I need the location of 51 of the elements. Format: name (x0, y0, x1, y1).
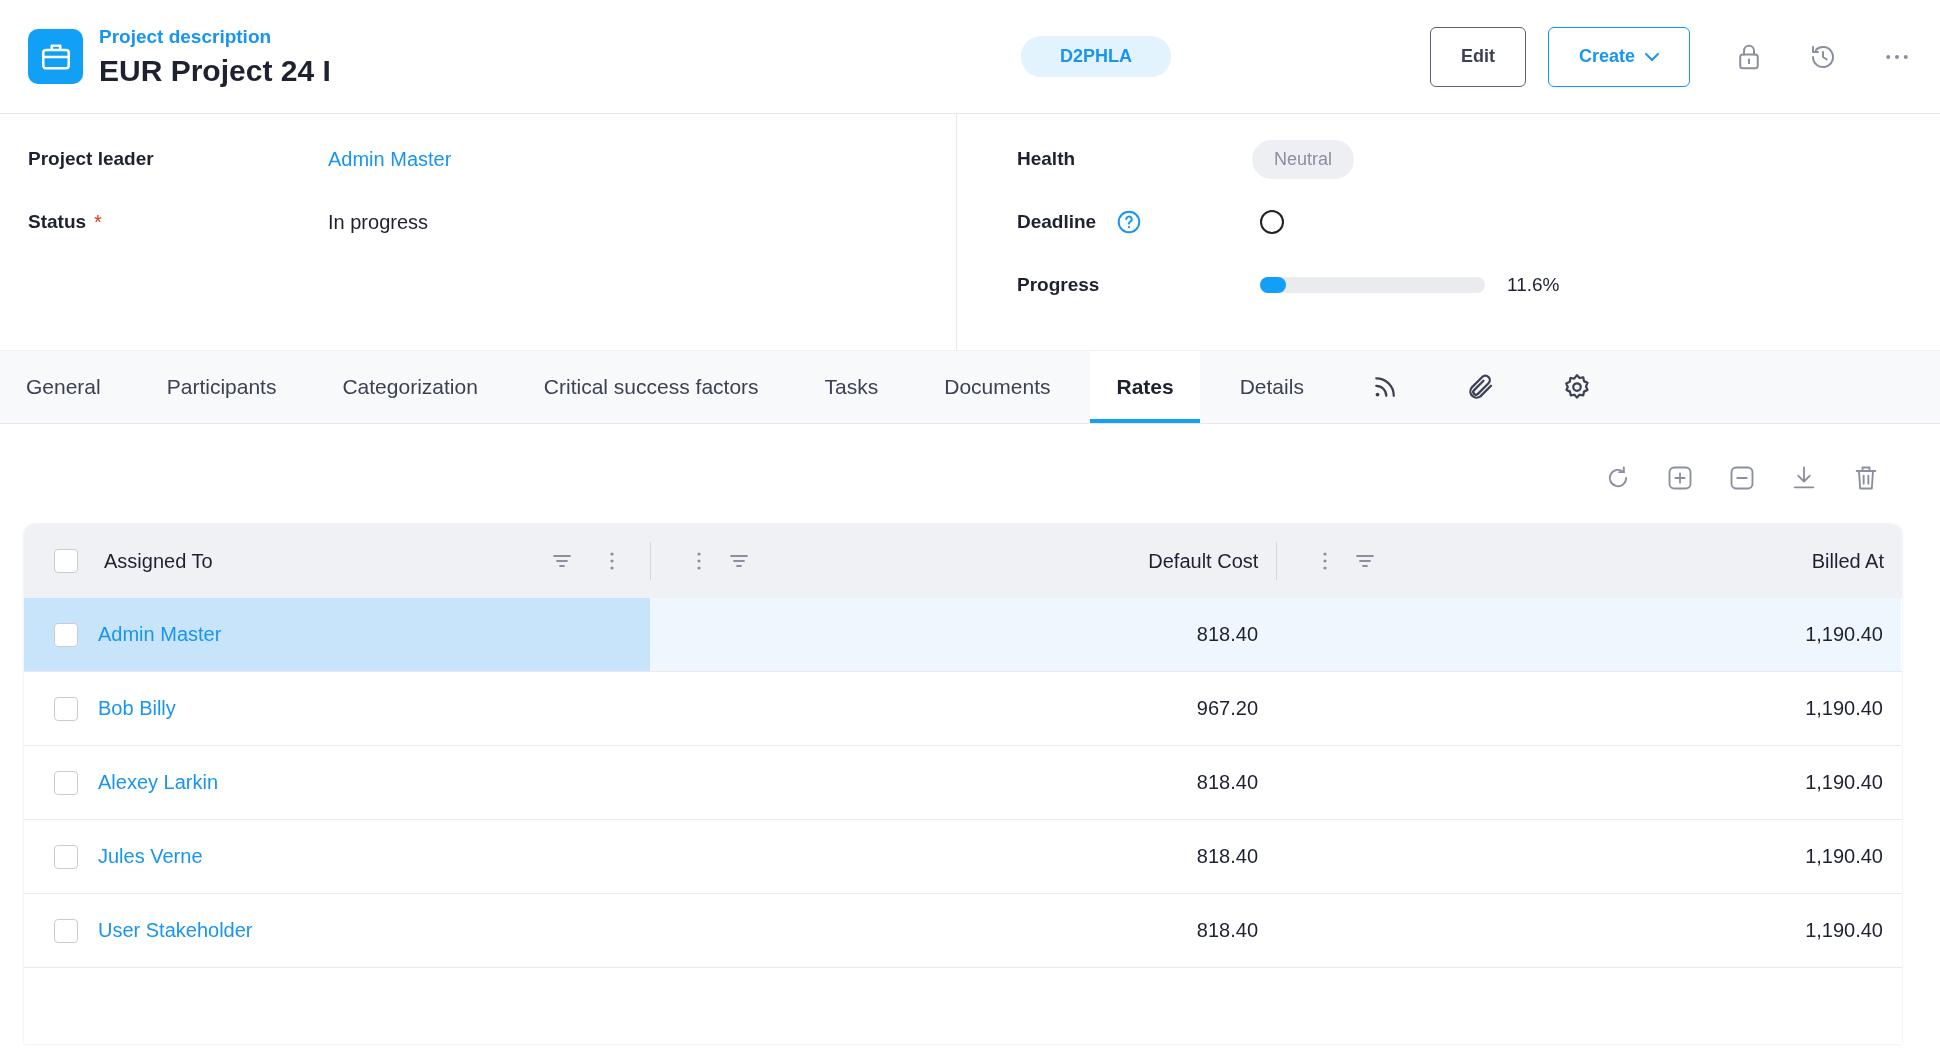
table-row[interactable]: Admin Master 818.40 1,190.40 (24, 598, 1902, 672)
column-header: Billed At (1811, 549, 1884, 573)
table-cell: 1,190.40 (1805, 919, 1883, 942)
field-label: Status (28, 211, 87, 233)
table-row[interactable]: User Stakeholder 818.40 1,190.40 (24, 894, 1902, 968)
field-value: In progress (328, 210, 429, 234)
edit-button[interactable]: Edit (1429, 26, 1526, 87)
tab[interactable]: Documents (918, 351, 1077, 423)
add-icon[interactable] (1666, 464, 1694, 492)
table-cell: 1,190.40 (1805, 697, 1883, 720)
field-label: Progress (1017, 274, 1100, 296)
row-checkbox[interactable] (54, 696, 78, 721)
tab[interactable]: Rates (1090, 351, 1200, 423)
tab[interactable]: Participants (140, 351, 303, 423)
progress-reading: 11.6% (1507, 274, 1560, 296)
briefcase-icon (28, 29, 83, 84)
row-checkbox[interactable] (54, 622, 78, 647)
column-header: Assigned To (104, 549, 214, 573)
project-code-badge: D2PHLA (1021, 36, 1171, 77)
required-mark: * (94, 210, 102, 234)
table-cell: 818.40 (1196, 771, 1258, 794)
table-cell: 818.40 (1196, 919, 1258, 942)
help-icon[interactable] (1116, 209, 1143, 235)
project-title: EUR Project 24 I (99, 53, 332, 88)
table-cell: 967.20 (1196, 697, 1258, 720)
table-cell: 818.40 (1196, 623, 1258, 646)
field-label: Health (1017, 148, 1076, 170)
tab[interactable]: Categorization (316, 351, 504, 423)
row-checkbox[interactable] (54, 770, 78, 795)
field-label: Project leader (28, 148, 154, 170)
table-row[interactable]: Jules Verne 818.40 1,190.40 (24, 820, 1902, 894)
column-header: Default Cost (1148, 549, 1259, 573)
table-cell: 818.40 (1196, 845, 1258, 868)
tab[interactable]: General (0, 351, 127, 423)
table-row[interactable]: Alexey Larkin 818.40 1,190.40 (24, 746, 1902, 820)
health-status-pill: Neutral (1252, 139, 1355, 179)
row-checkbox[interactable] (54, 918, 78, 943)
chevron-down-icon (1645, 52, 1659, 61)
tab[interactable]: Details (1213, 351, 1330, 423)
table-cell: 1,190.40 (1805, 771, 1883, 794)
page-subtitle: Project description (99, 25, 273, 48)
remove-icon[interactable] (1728, 464, 1756, 492)
deadline-radio[interactable] (1260, 210, 1284, 234)
tab[interactable]: Critical success factors (517, 351, 785, 423)
table-row[interactable]: Bob Billy 967.20 1,190.40 (24, 672, 1902, 746)
select-all-checkbox[interactable] (54, 549, 78, 573)
row-checkbox[interactable] (54, 844, 78, 869)
table-cell: 1,190.40 (1805, 623, 1883, 646)
table-cell: 1,190.40 (1805, 845, 1883, 868)
tab[interactable]: Tasks (798, 351, 905, 423)
field-label: Deadline (1017, 211, 1097, 233)
